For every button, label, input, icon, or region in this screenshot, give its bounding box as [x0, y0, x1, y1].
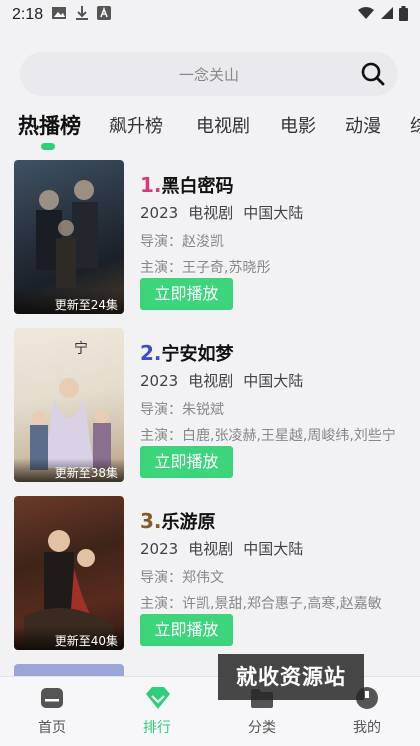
list-item[interactable]: 更新至24集 1.黑白密码 2023 电视剧 中国大陆 导演：赵浚凯 主演：王子奇,…	[0, 160, 420, 320]
play-button[interactable]: 立即播放	[140, 278, 233, 310]
download-icon	[75, 5, 89, 25]
item-title: 1.黑白密码	[140, 172, 234, 198]
title-text: 黑白密码	[161, 176, 234, 197]
nav-ranking-label: 排行	[143, 720, 171, 736]
app-a-icon	[97, 6, 112, 24]
region: 中国大陆	[243, 540, 304, 558]
nav-home-label: 首页	[38, 720, 66, 736]
nav-home[interactable]: 首页	[12, 685, 92, 737]
item-meta: 2023 电视剧 中国大陆	[140, 370, 313, 391]
year: 2023	[140, 204, 179, 222]
signal-icon	[380, 6, 394, 24]
watermark: 就收资源站	[218, 654, 364, 700]
search-icon[interactable]	[360, 61, 386, 87]
year: 2023	[140, 372, 179, 390]
cast: 主演：白鹿,张凌赫,王星越,周峻纬,刘些宁	[140, 428, 396, 444]
play-button[interactable]: 立即播放	[140, 446, 233, 478]
rank-number: 3.	[140, 509, 162, 533]
play-button[interactable]: 立即播放	[140, 614, 233, 646]
status-bar: 2:18	[0, 0, 420, 30]
cast: 主演：许凯,景甜,郑合惠子,高寒,赵嘉敏	[140, 596, 382, 612]
diamond-icon	[144, 685, 170, 711]
search-bar[interactable]: 一念关山	[20, 52, 398, 96]
rank-number: 2.	[140, 341, 162, 365]
region: 中国大陆	[243, 372, 304, 390]
tab-variety[interactable]: 综	[410, 112, 420, 138]
item-meta: 2023 电视剧 中国大陆	[140, 202, 313, 223]
episode-badge: 更新至24集	[14, 290, 124, 314]
nav-mine-label: 我的	[353, 720, 381, 736]
type: 电视剧	[188, 204, 234, 222]
tab-anime[interactable]: 动漫	[345, 112, 381, 138]
tab-indicator	[41, 143, 55, 150]
episode-badge: 更新至40集	[14, 626, 124, 650]
item-meta: 2023 电视剧 中国大陆	[140, 538, 313, 559]
list-item[interactable]: 宁 更新至38集 2.宁安如梦 2023 电视剧 中国大陆 导演：朱锐斌 主演：白鹿…	[0, 328, 420, 488]
status-time: 2:18	[12, 6, 44, 23]
poster-image[interactable]: 宁 更新至38集	[14, 328, 124, 482]
episode-badge: 更新至38集	[14, 458, 124, 482]
svg-text:宁: 宁	[74, 340, 88, 357]
item-title: 3.乐游原	[140, 508, 216, 534]
list-item[interactable]: 更新至40集 3.乐游原 2023 电视剧 中国大陆 导演：郑伟文 主演：许凯,景甜…	[0, 496, 420, 656]
type: 电视剧	[188, 372, 234, 390]
rank-number: 1.	[140, 173, 162, 197]
director: 导演：郑伟文	[140, 570, 224, 586]
nav-ranking[interactable]: 排行	[117, 685, 197, 737]
nav-category-label: 分类	[248, 720, 276, 736]
tab-movie[interactable]: 电影	[280, 112, 316, 138]
region: 中国大陆	[243, 204, 304, 222]
home-icon	[39, 685, 65, 711]
title-text: 宁安如梦	[161, 344, 234, 365]
poster-image[interactable]: 更新至24集	[14, 160, 124, 314]
director: 导演：朱锐斌	[140, 402, 224, 418]
battery-icon	[399, 5, 408, 25]
cast: 主演：王子奇,苏晓彤	[140, 260, 271, 276]
year: 2023	[140, 540, 179, 558]
search-placeholder: 一念关山	[178, 65, 239, 84]
image-icon	[51, 6, 67, 24]
tab-hot[interactable]: 热播榜	[18, 110, 81, 140]
tab-tv[interactable]: 电视剧	[196, 112, 250, 138]
poster-image[interactable]: 更新至40集	[14, 496, 124, 650]
tab-rising[interactable]: 飙升榜	[109, 112, 163, 138]
director: 导演：赵浚凯	[140, 234, 224, 250]
type: 电视剧	[188, 540, 234, 558]
wifi-icon	[357, 6, 375, 24]
title-text: 乐游原	[161, 512, 216, 533]
item-title: 2.宁安如梦	[140, 340, 234, 366]
category-tabs: 热播榜 飙升榜 电视剧 电影 动漫 综	[0, 104, 420, 144]
